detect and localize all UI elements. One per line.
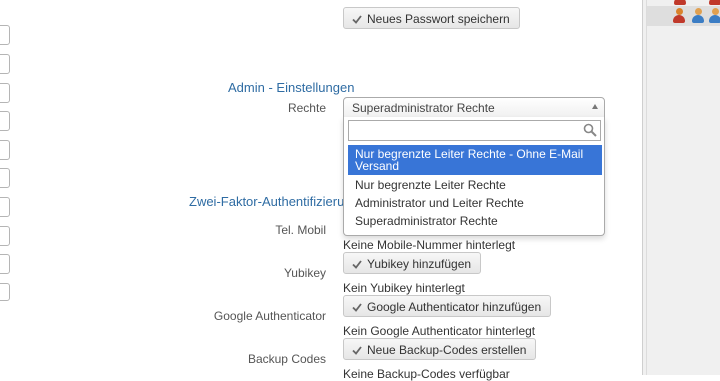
rights-select[interactable]: Superadministrator Rechte	[343, 97, 605, 118]
check-icon	[352, 260, 362, 269]
two-factor-title: Zwei-Faktor-Authentifizierung	[189, 194, 359, 209]
panel-divider	[646, 0, 647, 375]
yubikey-status: Kein Yubikey hinterlegt	[343, 281, 465, 295]
mobile-status: Keine Mobile-Nummer hinterlegt	[343, 238, 516, 252]
row-checkbox[interactable]	[0, 226, 10, 246]
backup-codes-label: Backup Codes	[247, 352, 326, 366]
search-icon	[583, 123, 597, 137]
row-checkbox[interactable]	[0, 168, 10, 188]
rights-option[interactable]: Superadministrator Rechte	[348, 212, 602, 230]
rights-dropdown: Nur begrenzte Leiter Rechte - Ohne E-Mai…	[343, 117, 605, 236]
google-auth-status: Kein Google Authenticator hinterlegt	[343, 324, 536, 338]
add-google-auth-label: Google Authenticator hinzufügen	[367, 300, 542, 314]
user-row-selected[interactable]	[647, 6, 720, 26]
save-password-label: Neues Passwort speichern	[367, 12, 510, 26]
user-icon	[672, 8, 686, 24]
row-checkbox[interactable]	[0, 197, 10, 217]
rights-option[interactable]: Administrator und Leiter Rechte	[348, 194, 602, 212]
row-checkbox[interactable]	[0, 140, 10, 160]
rights-search-input[interactable]	[348, 120, 601, 141]
rights-select-value: Superadministrator Rechte	[352, 101, 495, 115]
check-icon	[352, 346, 362, 355]
left-checkbox-column	[0, 0, 14, 375]
row-checkbox[interactable]	[0, 254, 10, 274]
check-icon	[352, 303, 362, 312]
row-checkbox[interactable]	[0, 83, 10, 103]
check-icon	[352, 15, 362, 24]
add-yubikey-button[interactable]: Yubikey hinzufügen	[343, 252, 482, 274]
row-checkbox[interactable]	[0, 283, 10, 301]
google-auth-label: Google Authenticator	[213, 309, 326, 323]
row-checkbox[interactable]	[0, 54, 10, 74]
backup-codes-status: Keine Backup-Codes verfügbar	[343, 367, 510, 381]
row-checkbox[interactable]	[0, 111, 10, 131]
add-google-auth-button[interactable]: Google Authenticator hinzufügen	[343, 295, 552, 317]
create-backup-codes-label: Neue Backup-Codes erstellen	[367, 343, 527, 357]
create-backup-codes-button[interactable]: Neue Backup-Codes erstellen	[343, 338, 537, 360]
row-checkbox[interactable]	[0, 25, 10, 45]
save-password-button[interactable]: Neues Passwort speichern	[343, 7, 520, 29]
yubikey-label: Yubikey	[283, 266, 326, 280]
right-side-panel	[642, 0, 720, 375]
rights-label: Rechte	[287, 101, 326, 115]
rights-option[interactable]: Nur begrenzte Leiter Rechte - Ohne E-Mai…	[348, 145, 602, 175]
user-icon	[691, 8, 705, 24]
rights-option[interactable]: Nur begrenzte Leiter Rechte	[348, 176, 602, 194]
user-icon	[708, 8, 720, 24]
add-yubikey-label: Yubikey hinzufügen	[367, 257, 472, 271]
chevron-up-icon[interactable]	[592, 104, 598, 109]
mobile-label: Tel. Mobil	[275, 223, 326, 237]
admin-settings-title: Admin - Einstellungen	[228, 80, 355, 95]
